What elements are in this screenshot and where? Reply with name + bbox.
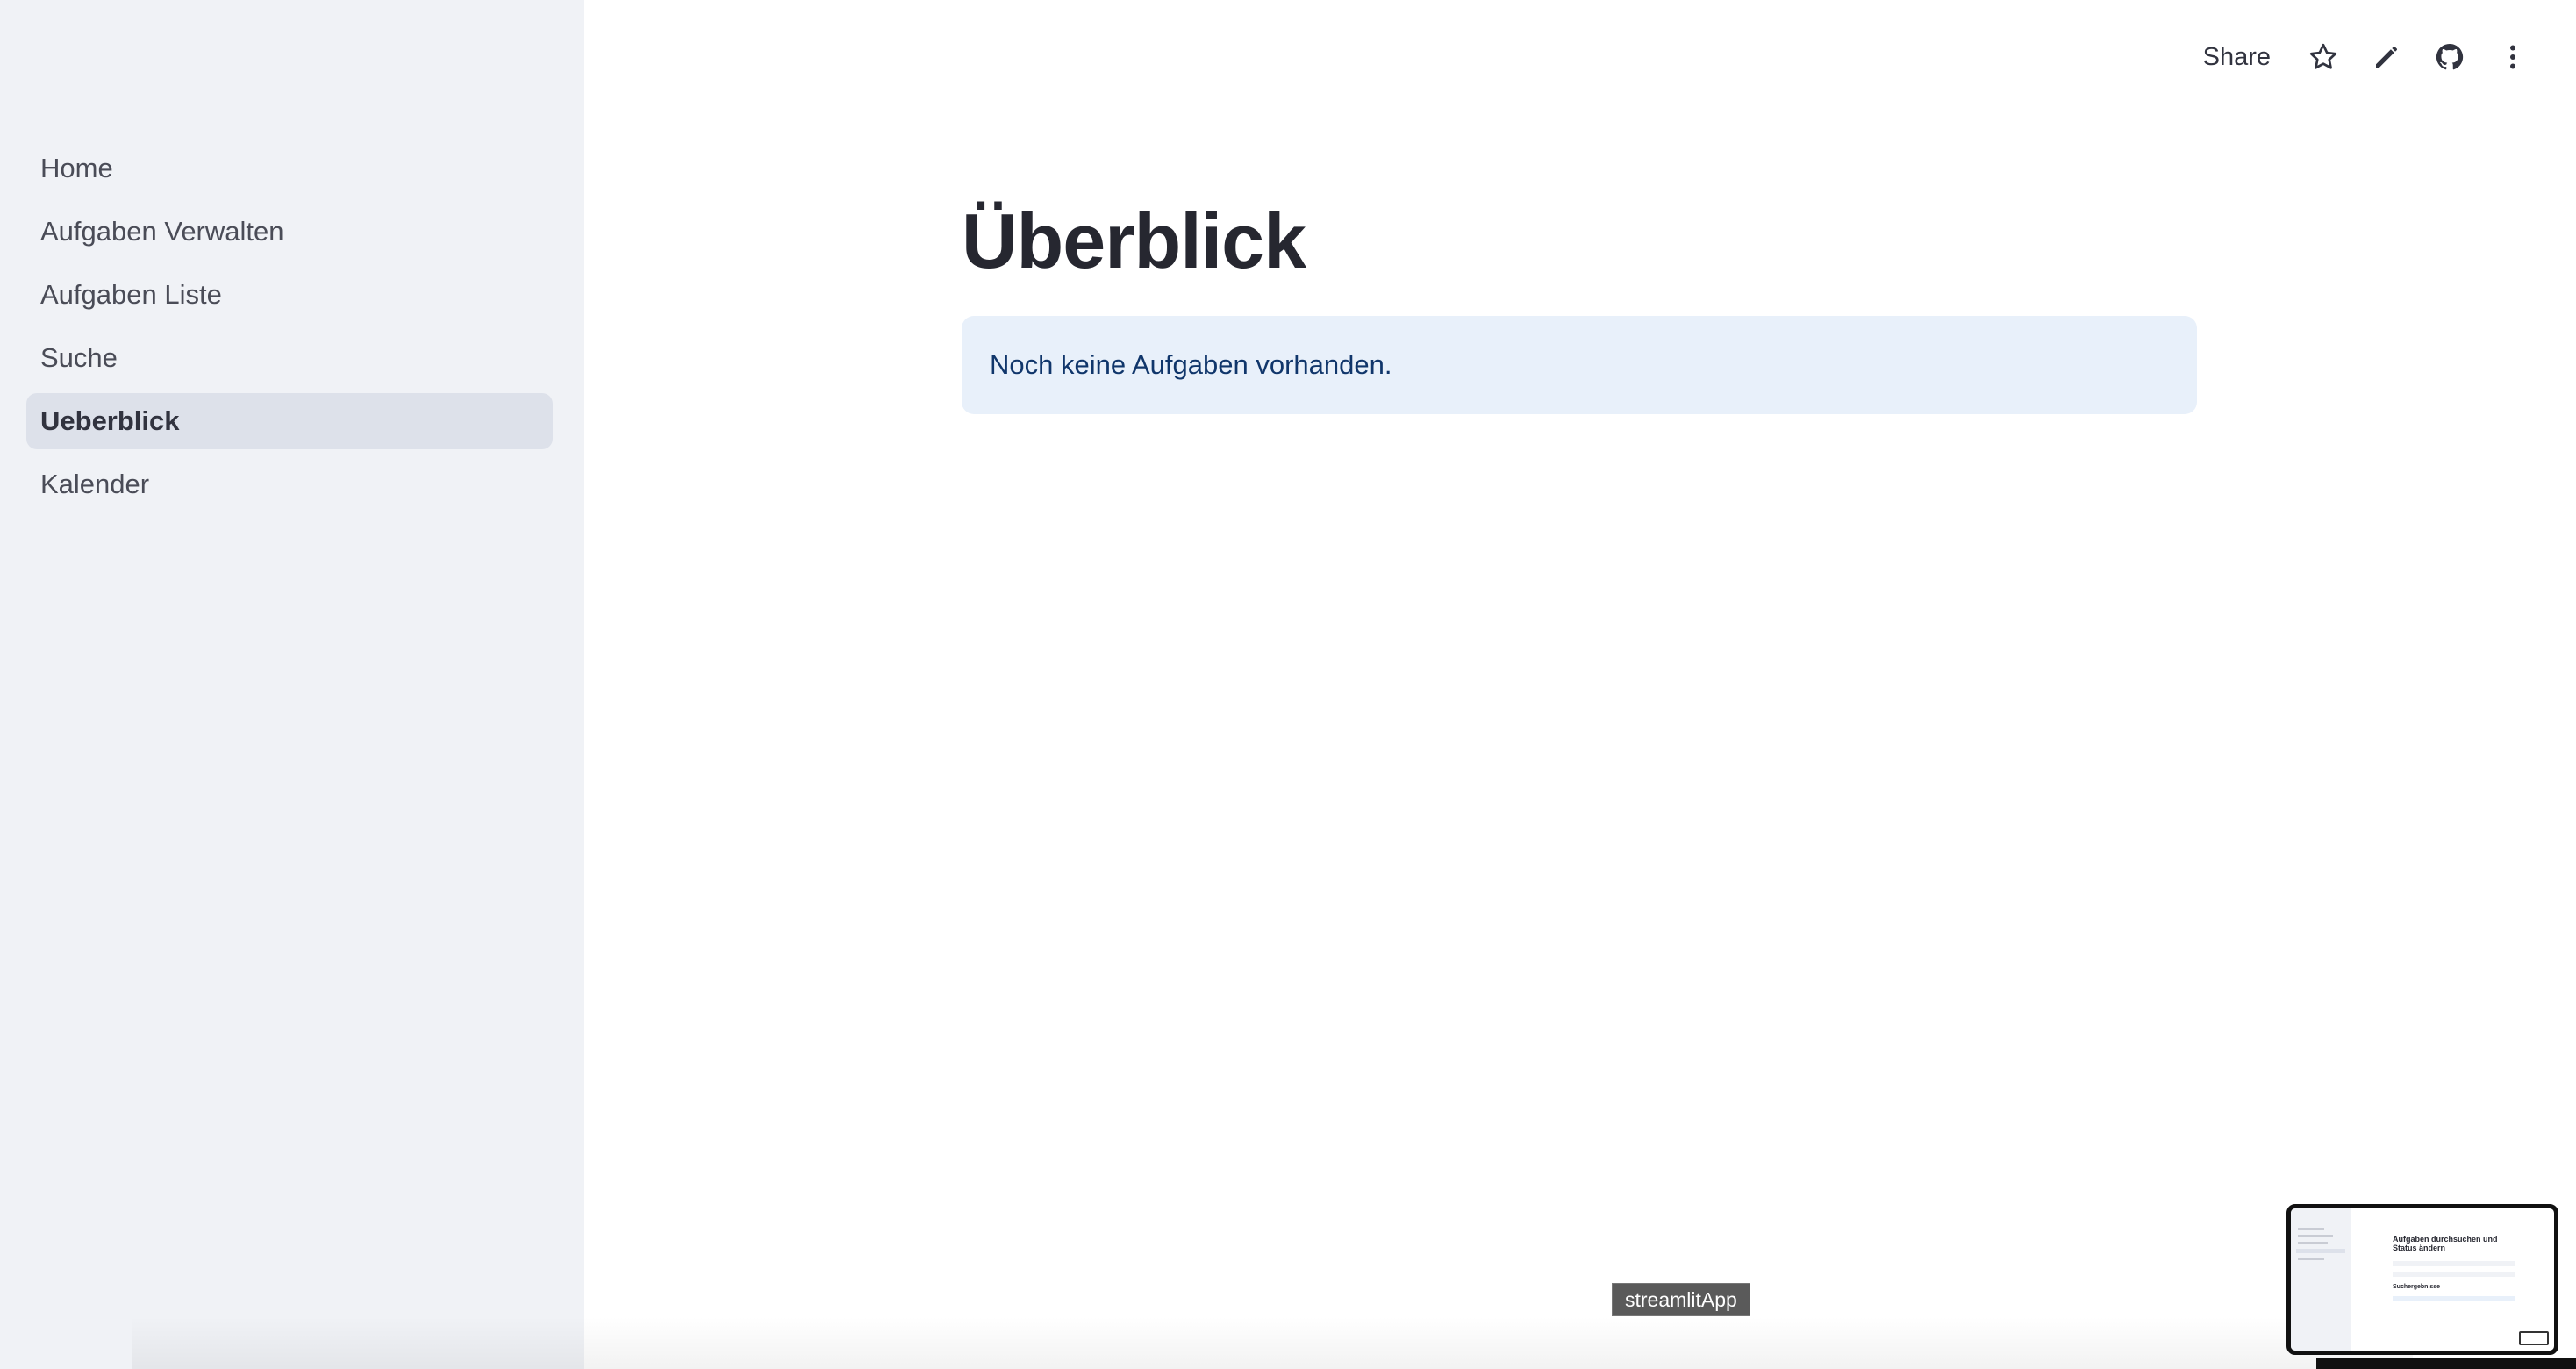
star-icon[interactable] (2304, 38, 2343, 76)
thumbnail-input (2393, 1272, 2515, 1277)
sidebar-item-ueberblick[interactable]: Ueberblick (26, 393, 553, 449)
sidebar: Home Aufgaben Verwalten Aufgaben Liste S… (0, 0, 584, 1369)
thumbnail-nav-line (2298, 1235, 2333, 1237)
github-icon[interactable] (2430, 38, 2469, 76)
sidebar-item-label: Suche (40, 342, 118, 373)
sidebar-item-kalender[interactable]: Kalender (26, 456, 553, 512)
sidebar-item-label: Kalender (40, 469, 150, 499)
thumbnail-input (2393, 1261, 2515, 1266)
sidebar-item-home[interactable]: Home (26, 140, 553, 197)
sidebar-item-label: Home (40, 153, 113, 183)
dock-edge (2316, 1358, 2576, 1369)
thumbnail-nav-line (2298, 1228, 2324, 1230)
sidebar-item-label: Ueberblick (40, 405, 180, 436)
tooltip-text: streamlitApp (1625, 1287, 1737, 1311)
pencil-icon[interactable] (2367, 38, 2406, 76)
thumbnail-nav-line (2298, 1258, 2324, 1260)
thumbnail-subtitle: Suchergebnisse (2393, 1284, 2441, 1290)
sidebar-item-aufgaben-verwalten[interactable]: Aufgaben Verwalten (26, 204, 553, 260)
app-tooltip: streamlitApp (1612, 1283, 1750, 1316)
info-message: Noch keine Aufgaben vorhanden. (990, 349, 1392, 380)
kebab-menu-icon[interactable] (2494, 38, 2532, 76)
thumbnail-result-bar (2393, 1296, 2515, 1301)
info-alert: Noch keine Aufgaben vorhanden. (962, 316, 2197, 414)
sidebar-item-label: Aufgaben Verwalten (40, 216, 284, 247)
thumbnail-window-frame (2519, 1331, 2549, 1345)
thumbnail-nav-line (2298, 1242, 2328, 1244)
main-content: Überblick Noch keine Aufgaben vorhanden. (962, 184, 2197, 414)
app-toolbar: Share (2194, 26, 2532, 88)
page-title: Überblick (962, 197, 1306, 284)
sidebar-item-aufgaben-liste[interactable]: Aufgaben Liste (26, 267, 553, 323)
share-button[interactable]: Share (2194, 36, 2279, 79)
sidebar-item-suche[interactable]: Suche (26, 330, 553, 386)
thumbnail-title: Aufgaben durchsuchen und Status ändern (2393, 1235, 2498, 1252)
sidebar-nav: Home Aufgaben Verwalten Aufgaben Liste S… (26, 140, 553, 520)
thumbnail-nav-line (2296, 1249, 2345, 1253)
sidebar-item-label: Aufgaben Liste (40, 279, 222, 310)
window-preview-thumbnail[interactable]: Aufgaben durchsuchen und Status ändern S… (2286, 1204, 2558, 1355)
